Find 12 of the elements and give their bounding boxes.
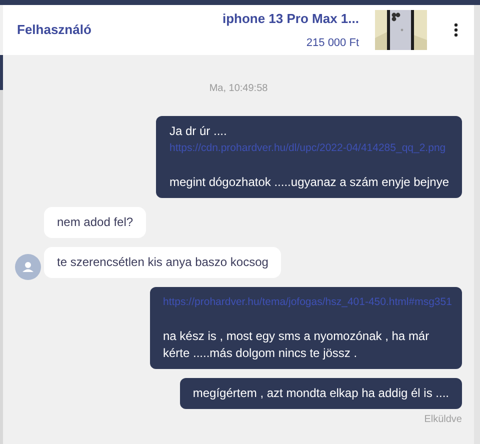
listing-title[interactable]: iphone 13 Pro Max 1...: [222, 9, 359, 28]
message-text: te szerencsétlen kis anya baszo kocsog: [57, 254, 268, 271]
user-name[interactable]: Felhasználó: [17, 20, 92, 40]
message-text: megint dógozhatok .....ugyanaz a szám enyje bejnye: [169, 174, 449, 191]
message-text: megígértem , azt mondta elkap ha addig él is ....: [192, 385, 449, 402]
message-text: na kész is , most egy sms a nyomozónak , ha már kérte .....más dolgom nincs te jössz .: [163, 328, 430, 362]
more-options-icon[interactable]: [454, 23, 458, 37]
message-text: Ja dr úr ....: [169, 123, 228, 140]
delivery-status: Elküldve: [424, 414, 462, 425]
timestamp: Ma, 10:49:58: [209, 83, 268, 94]
listing-price: 215 000 Ft: [306, 36, 359, 50]
message-text: nem adod fel?: [57, 214, 134, 231]
